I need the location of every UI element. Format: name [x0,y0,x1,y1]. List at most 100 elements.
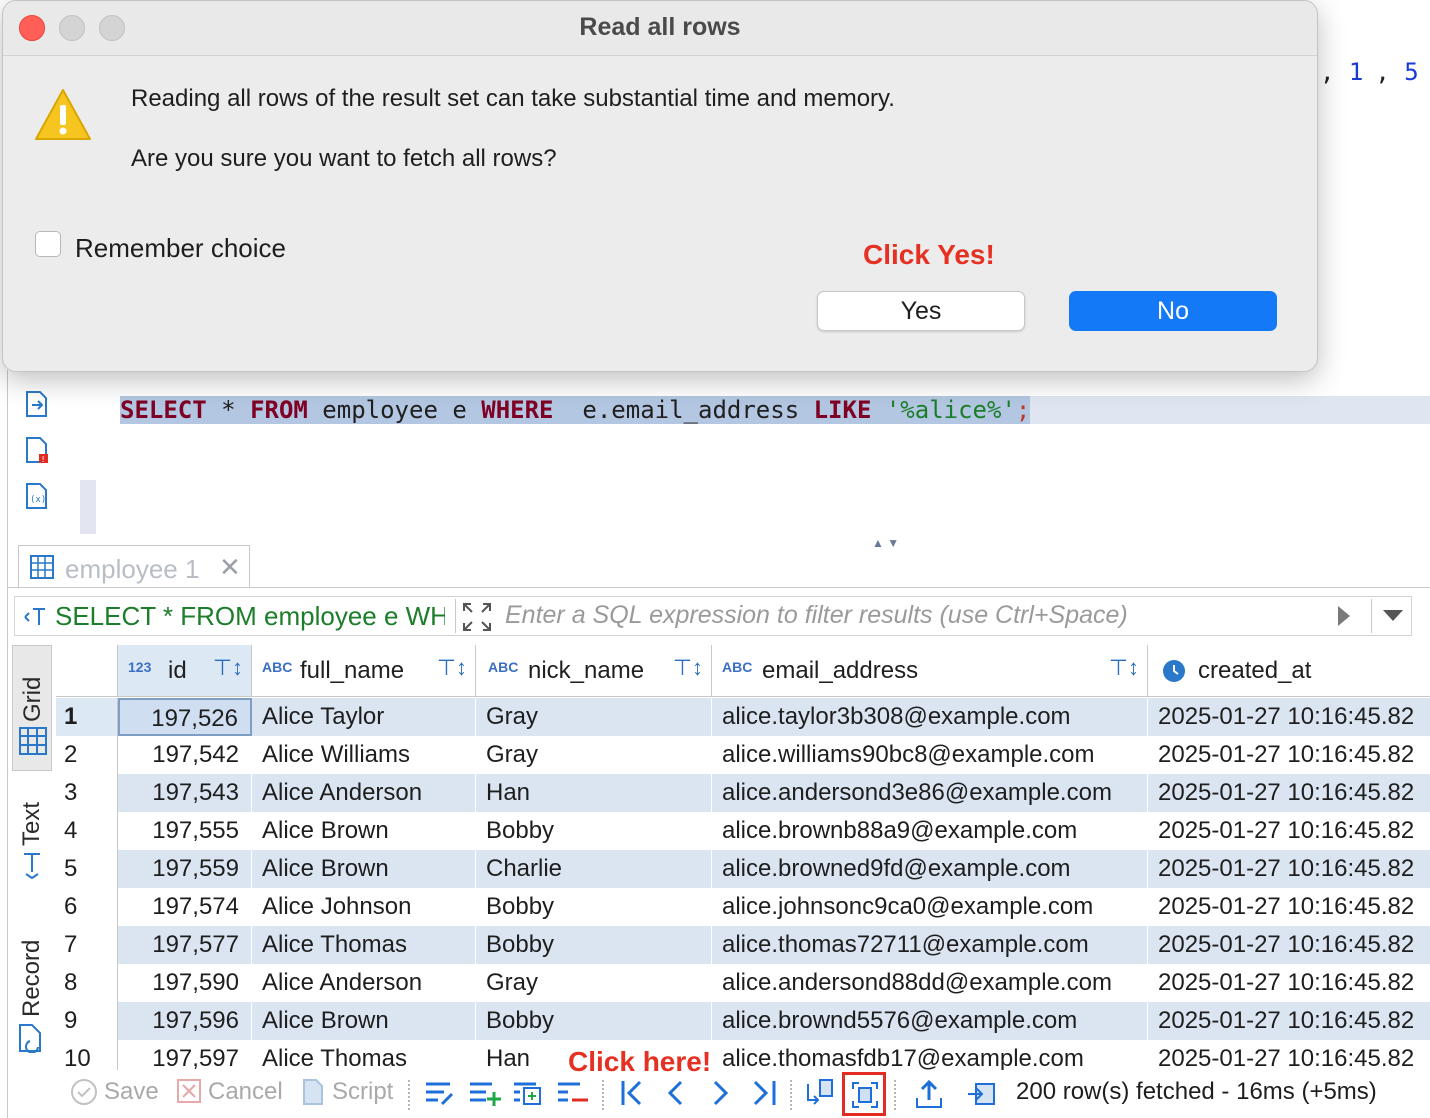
cell-created-at[interactable]: 2025-01-27 10:16:45.82 [1148,774,1430,812]
sql-statement[interactable]: SELECT * FROM employee e WHERE e.email_a… [120,395,1030,425]
results-grid[interactable]: 123 id ⊤↕ ABC full_name ⊤↕ ABC nick_name… [56,645,1430,1070]
row-number[interactable]: 4 [56,812,118,850]
cell-email-address[interactable]: alice.brownb88a9@example.com [712,812,1148,850]
previous-page-icon[interactable] [664,1078,686,1110]
row-number[interactable]: 10 [56,1040,118,1070]
view-tab-grid[interactable]: Grid [12,645,52,771]
row-number[interactable]: 1 [56,698,118,736]
cell-nick-name[interactable]: Gray [476,736,712,774]
cell-full-name[interactable]: Alice Thomas [252,926,476,964]
row-number[interactable]: 7 [56,926,118,964]
column-header-created-at[interactable]: created_at [1148,645,1430,697]
next-page-icon[interactable] [710,1078,732,1110]
panels-icon[interactable] [966,1078,998,1110]
row-number[interactable]: 5 [56,850,118,888]
cell-id[interactable]: 197,590 [118,964,252,1002]
cell-id[interactable]: 197,526 [118,698,252,736]
cell-created-at[interactable]: 2025-01-27 10:16:45.82 [1148,1040,1430,1070]
cell-nick-name[interactable]: Bobby [476,1002,712,1040]
column-header-full-name[interactable]: ABC full_name ⊤↕ [252,645,476,697]
cell-created-at[interactable]: 2025-01-27 10:16:45.82 [1148,698,1430,736]
cell-full-name[interactable]: Alice Brown [252,850,476,888]
cell-id[interactable]: 197,559 [118,850,252,888]
cell-full-name[interactable]: Alice Anderson [252,774,476,812]
cell-created-at[interactable]: 2025-01-27 10:16:45.82 [1148,888,1430,926]
cell-email-address[interactable]: alice.thomasfdb17@example.com [712,1040,1148,1070]
cell-full-name[interactable]: Alice Brown [252,1002,476,1040]
table-row[interactable]: 10 197,597 Alice Thomas Han alice.thomasfdb1… [56,1040,1430,1070]
cell-full-name[interactable]: Alice Anderson [252,964,476,1002]
sort-filter-icon[interactable]: ⊤↕ [437,655,467,681]
cell-created-at[interactable]: 2025-01-27 10:16:45.82 [1148,964,1430,1002]
table-row[interactable]: 9 197,596 Alice Brown Bobby alice.brownd5576… [56,1002,1430,1040]
column-header-id[interactable]: 123 id ⊤↕ [118,645,252,697]
cell-nick-name[interactable]: Bobby [476,888,712,926]
cell-created-at[interactable]: 2025-01-27 10:16:45.82 [1148,850,1430,888]
edit-row-icon[interactable] [424,1078,456,1110]
table-row[interactable]: 4 197,555 Alice Brown Bobby alice.brownb88a9… [56,812,1430,850]
table-row[interactable]: 3 197,543 Alice Anderson Han alice.andersond… [56,774,1430,812]
no-button[interactable]: No [1069,291,1277,331]
cell-id[interactable]: 197,555 [118,812,252,850]
cell-nick-name[interactable]: Bobby [476,926,712,964]
table-row[interactable]: 5 197,559 Alice Brown Charlie alice.browned9… [56,850,1430,888]
expand-icon[interactable] [461,601,493,638]
cancel-button[interactable]: Cancel [208,1078,283,1106]
cell-id[interactable]: 197,574 [118,888,252,926]
add-row-icon[interactable] [468,1078,502,1110]
first-page-icon[interactable] [618,1078,646,1110]
cell-email-address[interactable]: alice.thomas72711@example.com [712,926,1148,964]
last-page-icon[interactable] [750,1078,780,1110]
table-row[interactable]: 8 197,590 Alice Anderson Gray alice.anderson… [56,964,1430,1002]
execute-statement-icon[interactable] [24,390,50,418]
delete-row-icon[interactable] [556,1078,590,1110]
cell-full-name[interactable]: Alice Johnson [252,888,476,926]
fetch-all-rows-button[interactable] [842,1072,886,1116]
sort-filter-icon[interactable]: ⊤↕ [1109,655,1139,681]
view-tab-record[interactable]: Record [12,925,52,1060]
cell-email-address[interactable]: alice.andersond88dd@example.com [712,964,1148,1002]
table-row[interactable]: 6 197,574 Alice Johnson Bobby alice.johnsonc… [56,888,1430,926]
cell-nick-name[interactable]: Gray [476,964,712,1002]
cell-created-at[interactable]: 2025-01-27 10:16:45.82 [1148,812,1430,850]
cell-created-at[interactable]: 2025-01-27 10:16:45.82 [1148,926,1430,964]
row-number[interactable]: 2 [56,736,118,774]
table-row[interactable]: 7 197,577 Alice Thomas Bobby alice.thomas727… [56,926,1430,964]
export-icon[interactable] [914,1078,944,1110]
table-row[interactable]: 1 197,526 Alice Taylor Gray alice.taylor3b30… [56,698,1430,736]
cell-id[interactable]: 197,542 [118,736,252,774]
cell-nick-name[interactable]: Han [476,774,712,812]
cell-id[interactable]: 197,596 [118,1002,252,1040]
cell-id[interactable]: 197,597 [118,1040,252,1070]
remember-choice-checkbox[interactable] [35,231,61,257]
table-row[interactable]: 2 197,542 Alice Williams Gray alice.williams… [56,736,1430,774]
cell-created-at[interactable]: 2025-01-27 10:16:45.82 [1148,1002,1430,1040]
cell-created-at[interactable]: 2025-01-27 10:16:45.82 [1148,736,1430,774]
row-number[interactable]: 3 [56,774,118,812]
cell-nick-name[interactable]: Gray [476,698,712,736]
cell-nick-name[interactable]: Charlie [476,850,712,888]
column-header-nick-name[interactable]: ABC nick_name ⊤↕ [476,645,712,697]
cell-full-name[interactable]: Alice Williams [252,736,476,774]
copy-row-icon[interactable] [512,1078,544,1110]
tab-employee-1[interactable]: employee 1 ✕ [18,545,250,587]
variables-icon[interactable]: (x) [24,482,50,510]
view-tab-text[interactable]: Text [12,790,52,890]
close-tab-icon[interactable]: ✕ [219,552,241,583]
cell-email-address[interactable]: alice.brownd5576@example.com [712,1002,1148,1040]
cell-nick-name[interactable]: Bobby [476,812,712,850]
cell-email-address[interactable]: alice.williams90bc8@example.com [712,736,1148,774]
explain-plan-icon[interactable]: ! [24,436,50,464]
row-number[interactable]: 8 [56,964,118,1002]
fetch-next-page-icon[interactable] [804,1078,836,1110]
cell-full-name[interactable]: Alice Brown [252,812,476,850]
cell-email-address[interactable]: alice.taylor3b308@example.com [712,698,1148,736]
cell-email-address[interactable]: alice.johnsonc9ca0@example.com [712,888,1148,926]
yes-button[interactable]: Yes [817,291,1025,331]
cell-id[interactable]: 197,543 [118,774,252,812]
row-number[interactable]: 6 [56,888,118,926]
cell-id[interactable]: 197,577 [118,926,252,964]
sort-filter-icon[interactable]: ⊤↕ [213,655,243,681]
cell-email-address[interactable]: alice.andersond3e86@example.com [712,774,1148,812]
cell-full-name[interactable]: Alice Taylor [252,698,476,736]
